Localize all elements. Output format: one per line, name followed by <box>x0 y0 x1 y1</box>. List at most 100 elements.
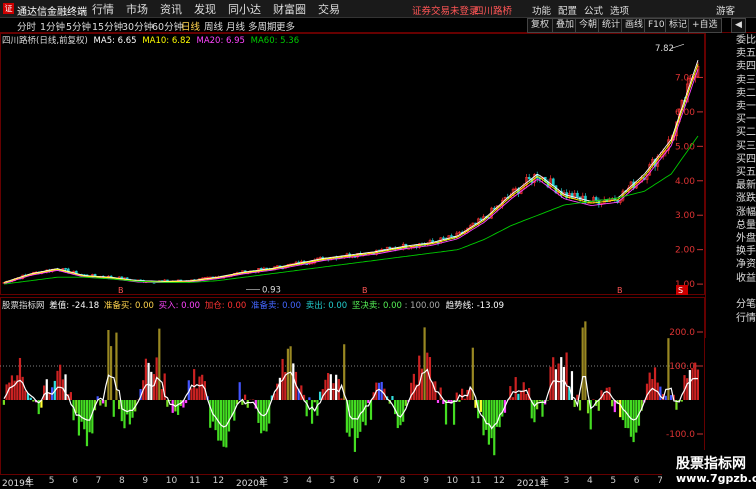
side-panel-item: 换手 <box>736 246 756 257</box>
side-panel-item: 净资 <box>736 259 756 270</box>
indicator-bar <box>335 375 337 400</box>
date-axis-label: 11 <box>189 476 200 486</box>
side-tab[interactable]: 分笔 <box>736 299 756 310</box>
indicator-bar <box>86 400 88 446</box>
stock-name-notice: 四川路桥 <box>474 3 512 17</box>
sell-value: 卖出: 0.00 <box>306 301 348 311</box>
candle-body <box>528 177 530 179</box>
indicator-bar <box>3 400 5 405</box>
menu-market[interactable]: 市场 <box>126 1 148 17</box>
indicator-axis-label: 100.0 <box>669 362 695 372</box>
indicator-bar <box>126 400 128 414</box>
indicator-bar <box>129 400 131 424</box>
guest-user[interactable]: 游客 <box>716 3 735 17</box>
indicator-bar <box>99 400 101 406</box>
indicator-bar <box>239 382 241 400</box>
candle-body <box>450 236 452 237</box>
add-value: 加仓: 0.00 <box>205 301 247 311</box>
indicator-chart[interactable]: 200.0100.0-100.0 <box>0 297 705 475</box>
tab-daily[interactable]: 日线 <box>181 19 200 33</box>
indicator-bar <box>515 377 517 400</box>
tab-timeshare[interactable]: 分时 <box>17 19 36 33</box>
indicator-bar <box>667 338 669 400</box>
indicator-axis-label: 200.0 <box>669 328 695 338</box>
indicator-bar <box>549 367 551 400</box>
indicator-bar <box>525 394 527 400</box>
login-notice[interactable]: 证券交易未登录 <box>412 3 479 17</box>
candle-body <box>389 247 391 248</box>
indicator-bar <box>177 400 179 415</box>
tab-30min[interactable]: 30分钟 <box>122 19 153 33</box>
indicator-bar <box>193 369 195 400</box>
indicator-bar <box>485 400 487 430</box>
side-panel-item: 收益 <box>736 273 756 284</box>
prep-sell-value: 准备卖: 0.00 <box>251 301 301 311</box>
candle-body <box>552 179 554 186</box>
date-axis-label: 6 <box>72 476 78 486</box>
menu-wealth-circle[interactable]: 财富圈 <box>273 1 306 17</box>
menu-news[interactable]: 资讯 <box>160 1 182 17</box>
indicator-bar <box>681 400 683 402</box>
tab-more[interactable]: 更多 <box>276 19 295 33</box>
indicator-bar <box>413 374 415 400</box>
date-axis-label: 7 <box>376 476 382 486</box>
indicator-bar <box>632 400 634 442</box>
indicator-bar <box>43 386 45 400</box>
restore-rights-button[interactable]: 复权 <box>527 18 553 33</box>
indicator-bar <box>228 400 230 431</box>
title-bar: 证 通达信金融终端 行情 市场 资讯 发现 同小达 财富圈 交易 证券交易未登录… <box>0 0 756 18</box>
indicator-bar <box>330 374 332 400</box>
indicator-bar <box>691 368 693 400</box>
tab-1min[interactable]: 1分钟 <box>40 19 65 33</box>
tab-5min[interactable]: 5分钟 <box>66 19 91 33</box>
price-chart[interactable]: 7.006.005.004.003.002.001.007.820.93BBBS <box>0 33 705 295</box>
indicator-bar <box>113 400 115 417</box>
menu-function[interactable]: 功能 <box>532 3 551 17</box>
tab-multi-period[interactable]: 多周期 <box>248 19 277 33</box>
side-tab[interactable]: 行情 <box>736 313 756 324</box>
indicator-bar <box>665 396 667 400</box>
indicator-bar <box>493 400 495 455</box>
indicator-bar <box>311 400 313 424</box>
indicator-bar <box>555 369 557 400</box>
date-axis-label: 4 <box>25 476 31 486</box>
indicator-bar <box>566 352 568 400</box>
date-axis-label: 11 <box>470 476 481 486</box>
menu-market-quotes[interactable]: 行情 <box>92 1 114 17</box>
ma20-label: MA20: 6.95 <box>196 36 244 46</box>
indicator-bar <box>354 400 356 452</box>
menu-options[interactable]: 选项 <box>610 3 629 17</box>
date-axis-label: 4 <box>306 476 312 486</box>
buy-marker: B <box>118 286 124 295</box>
menu-discover[interactable]: 发现 <box>194 1 216 17</box>
indicator-bar <box>244 395 246 400</box>
collapse-panel-button[interactable]: ◀ <box>731 18 746 33</box>
tab-60min[interactable]: 60分钟 <box>152 19 183 33</box>
indicator-bar <box>145 359 147 400</box>
indicator-bar <box>19 358 21 400</box>
add-watchlist-button[interactable]: +自选 <box>688 18 722 33</box>
indicator-bar <box>78 400 80 436</box>
side-panel-item: 委比 <box>736 35 756 46</box>
tab-monthly[interactable]: 月线 <box>226 19 245 33</box>
menu-trade[interactable]: 交易 <box>318 1 340 17</box>
indicator-bar <box>582 328 584 400</box>
tab-15min[interactable]: 15分钟 <box>92 19 123 33</box>
indicator-bar <box>105 400 107 407</box>
date-axis: 2019年4567891011122020年234567891011122021… <box>0 475 705 487</box>
tab-weekly[interactable]: 周线 <box>204 19 223 33</box>
indicator-bar <box>587 400 589 413</box>
indicator-bar <box>308 397 310 400</box>
menu-config[interactable]: 配置 <box>558 3 577 17</box>
date-axis-label: 2 <box>540 476 546 486</box>
side-panel-item: 卖二 <box>736 88 756 99</box>
menu-formula[interactable]: 公式 <box>584 3 603 17</box>
indicator-bar <box>552 357 554 400</box>
indicator-bar <box>118 400 120 409</box>
indicator-bar <box>694 363 696 400</box>
indicator-bar <box>480 400 482 412</box>
menu-assistant[interactable]: 同小达 <box>228 1 261 17</box>
indicator-bar <box>340 398 342 400</box>
indicator-bar <box>391 396 393 400</box>
indicator-bar <box>365 400 367 425</box>
